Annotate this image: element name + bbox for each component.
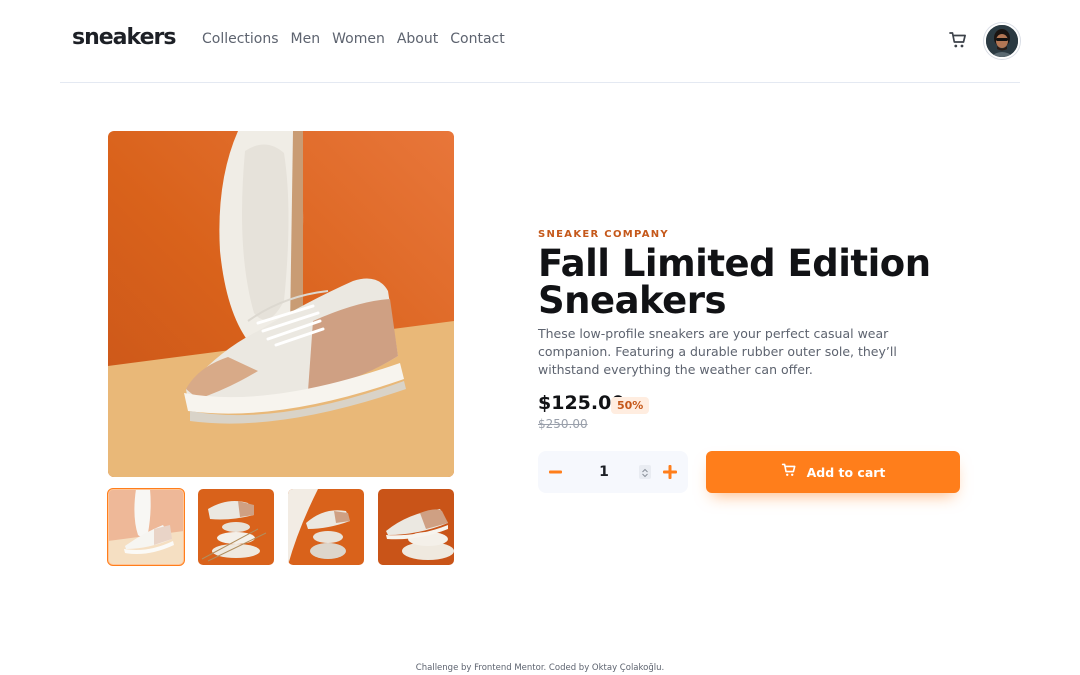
nav-men[interactable]: Men — [291, 31, 321, 47]
cart-icon[interactable] — [948, 30, 968, 50]
quantity-stepper: 1 — [538, 451, 688, 493]
discount-badge: 50% — [611, 397, 650, 414]
thumbnail-list — [107, 488, 454, 566]
thumbnail-3[interactable] — [288, 489, 364, 565]
thumbnail-4[interactable] — [378, 489, 454, 565]
nav-women[interactable]: Women — [332, 31, 385, 47]
main-nav: Collections Men Women About Contact — [202, 31, 505, 47]
main-product-image[interactable] — [108, 131, 454, 477]
nav-collections[interactable]: Collections — [202, 31, 279, 47]
thumbnail-2[interactable] — [198, 489, 274, 565]
nav-contact[interactable]: Contact — [450, 31, 504, 47]
spinner-arrows-icon[interactable] — [639, 465, 651, 479]
quantity-value[interactable]: 1 — [594, 464, 614, 480]
thumbnail-1[interactable] — [107, 488, 185, 566]
avatar[interactable] — [984, 23, 1020, 59]
add-to-cart-label: Add to cart — [806, 464, 886, 480]
attribution-footer: Challenge by Frontend Mentor. Coded by O… — [415, 663, 665, 673]
product-description: These low-profile sneakers are your perf… — [538, 326, 897, 377]
plus-icon[interactable] — [662, 464, 678, 480]
add-to-cart-button[interactable]: Add to cart — [706, 451, 960, 493]
original-price: $250.00 — [538, 417, 588, 431]
nav-about[interactable]: About — [397, 31, 438, 47]
product-title: Fall Limited Edition Sneakers — [538, 242, 931, 322]
company-label: SNEAKER COMPANY — [538, 229, 669, 240]
site-header: sneakers Collections Men Women About Con… — [60, 0, 1020, 83]
cart-icon — [781, 462, 797, 482]
minus-icon[interactable] — [548, 464, 564, 480]
logo[interactable]: sneakers — [72, 25, 176, 50]
